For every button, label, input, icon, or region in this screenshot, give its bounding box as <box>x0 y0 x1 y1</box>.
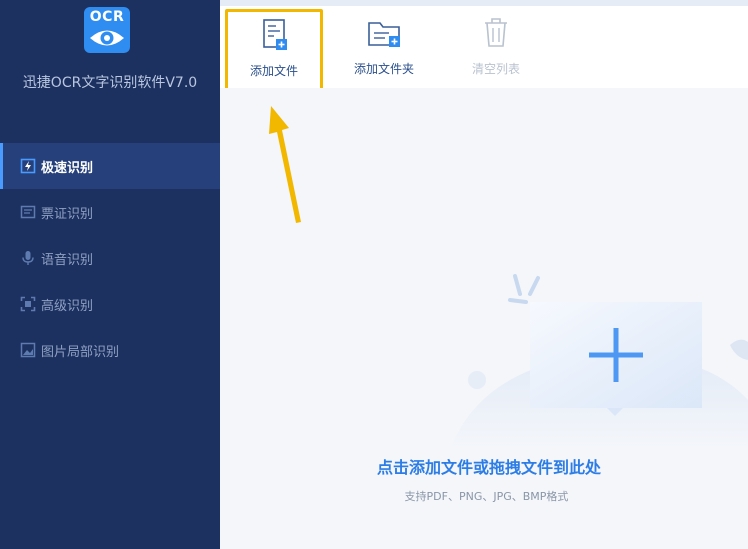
scan-frame-icon <box>20 296 36 312</box>
drop-title[interactable]: 点击添加文件或拖拽文件到此处 <box>220 454 748 478</box>
drop-illustration[interactable] <box>440 260 748 450</box>
sidebar-nav: 极速识别 票证识别 语音识别 高级识别 图片局部识别 <box>0 143 220 373</box>
logo-text: OCR <box>89 9 125 25</box>
ticket-icon <box>20 205 36 219</box>
microphone-icon <box>22 251 34 265</box>
eye-icon <box>90 30 124 46</box>
sidebar: OCR 迅捷OCR文字识别软件V7.0 极速识别 票证识别 语音识别 高级识别 … <box>0 0 220 549</box>
sidebar-item-voice-recognize[interactable]: 语音识别 <box>0 235 220 281</box>
image-crop-icon <box>20 342 36 358</box>
app-name: 迅捷OCR文字识别软件V7.0 <box>22 75 198 91</box>
add-folder-icon <box>368 22 400 47</box>
sidebar-item-label: 票证识别 <box>41 206 94 222</box>
pointer-arrow <box>269 106 301 223</box>
trash-icon <box>485 18 507 47</box>
fast-recognize-icon <box>20 158 36 174</box>
app-logo: OCR <box>84 7 130 53</box>
add-folder-label: 添加文件夹 <box>353 62 414 76</box>
clear-list-label: 清空列表 <box>471 62 520 76</box>
sidebar-item-label: 高级识别 <box>41 298 94 314</box>
sidebar-item-ticket-recognize[interactable]: 票证识别 <box>0 189 220 235</box>
add-folder-button[interactable]: 添加文件夹 <box>336 10 432 90</box>
add-file-icon <box>263 19 287 50</box>
sidebar-item-label: 极速识别 <box>41 160 94 176</box>
add-file-label: 添加文件 <box>249 64 298 78</box>
sidebar-item-image-partial-recognize[interactable]: 图片局部识别 <box>0 327 220 373</box>
sidebar-item-label: 图片局部识别 <box>41 344 120 360</box>
sidebar-item-label: 语音识别 <box>41 252 94 268</box>
clear-list-button[interactable]: 清空列表 <box>448 10 544 90</box>
sidebar-item-fast-recognize[interactable]: 极速识别 <box>0 143 220 189</box>
toolbar-divider <box>220 0 748 6</box>
sidebar-item-advanced-recognize[interactable]: 高级识别 <box>0 281 220 327</box>
add-file-button[interactable]: 添加文件 <box>225 9 323 91</box>
drop-subtitle: 支持PDF、PNG、JPG、BMP格式 <box>404 490 569 503</box>
